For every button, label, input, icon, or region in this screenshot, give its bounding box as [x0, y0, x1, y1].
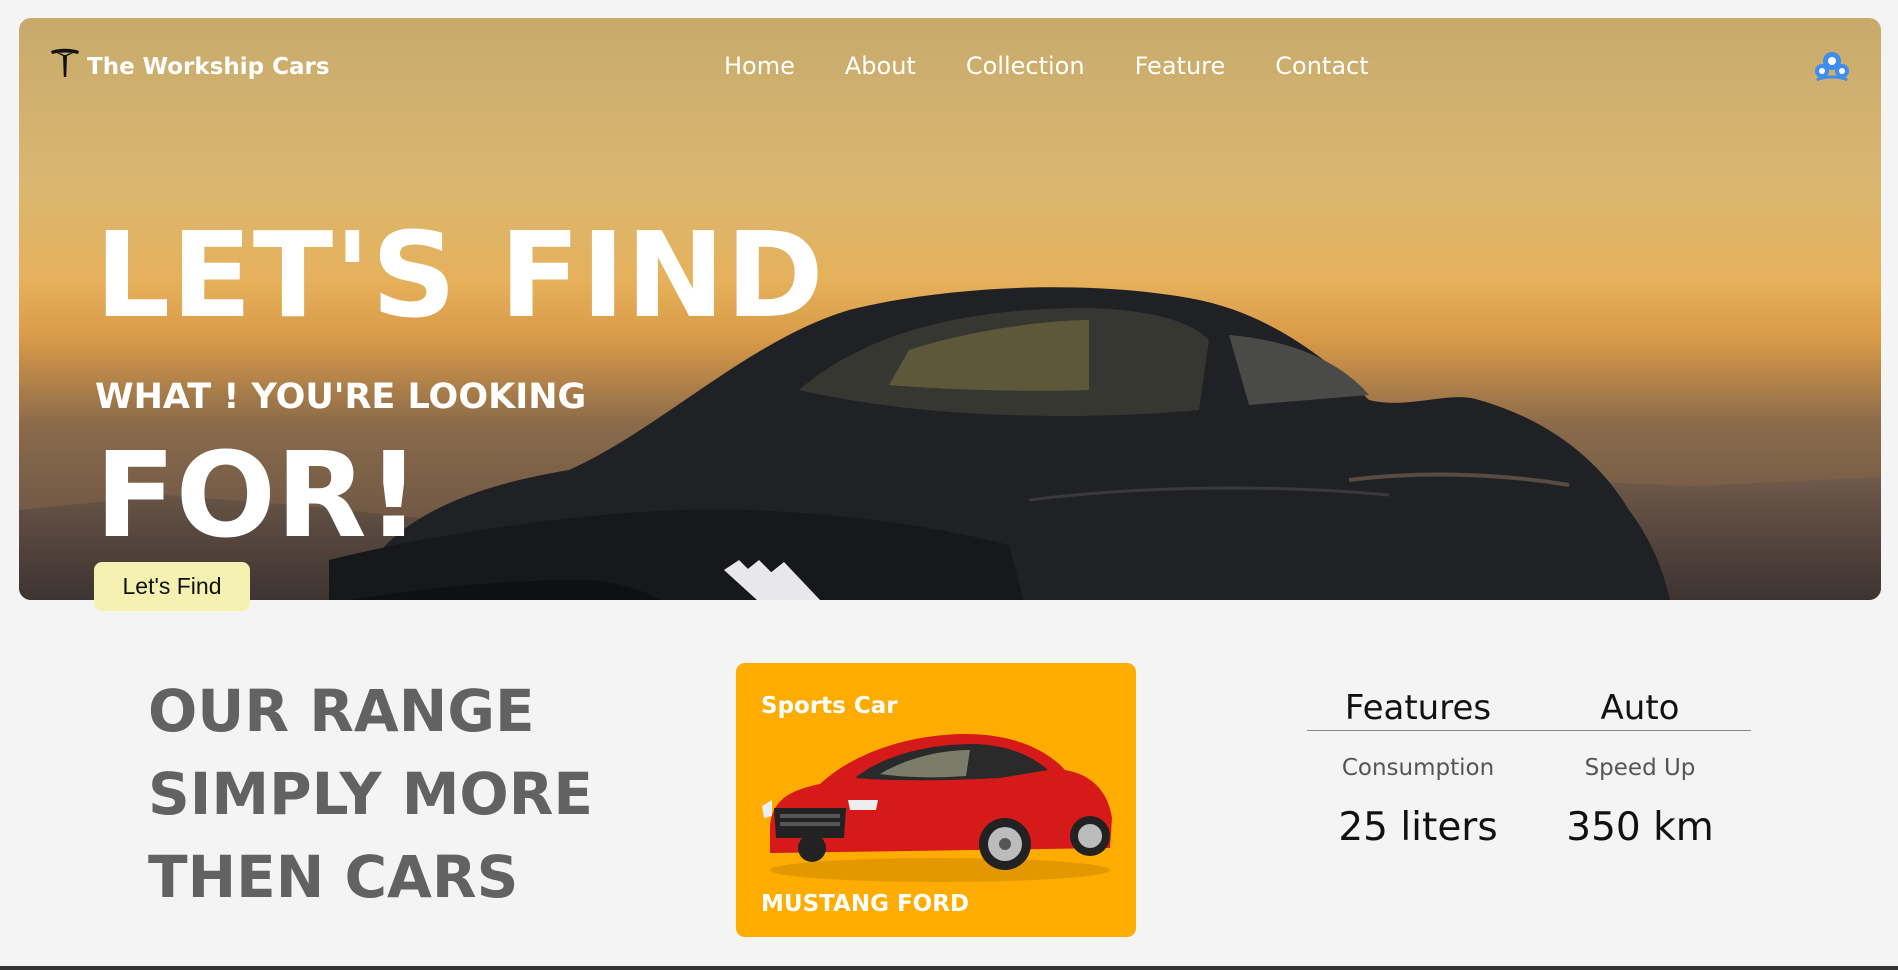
hero-headline-line2: FOR! — [95, 426, 421, 564]
specs-label-row: Consumption Speed Up — [1307, 755, 1751, 781]
car-card[interactable]: Sports Car MUSTANG FORD — [736, 663, 1136, 937]
nav-link-feature[interactable]: Feature — [1135, 52, 1226, 80]
car-card-name: MUSTANG FORD — [761, 891, 970, 917]
range-line-1: OUR RANGE — [148, 677, 535, 745]
brand-logo[interactable]: The Workship Cars — [49, 47, 330, 81]
hero-banner: The Workship Cars Home About Collection … — [19, 18, 1881, 600]
page-bottom-divider — [0, 966, 1898, 970]
nav-link-contact[interactable]: Contact — [1275, 52, 1368, 80]
nav-link-home[interactable]: Home — [724, 52, 795, 80]
specs-header-features: Features — [1344, 688, 1492, 728]
range-heading: OUR RANGE SIMPLY MORE THEN CARS — [148, 670, 593, 919]
specs-header-auto: Auto — [1600, 688, 1680, 728]
navbar: The Workship Cars Home About Collection … — [19, 18, 1881, 118]
specs-table: Features Auto Consumption Speed Up 25 li… — [1307, 688, 1751, 850]
user-group-icon[interactable] — [1813, 50, 1851, 84]
lets-find-button[interactable]: Let's Find — [94, 562, 250, 611]
range-line-3: THEN CARS — [148, 843, 519, 911]
specs-label-speed: Speed Up — [1584, 755, 1696, 781]
nav-link-about[interactable]: About — [845, 52, 916, 80]
tesla-logo-icon — [51, 48, 79, 77]
hero-subheadline: WHAT ! YOU'RE LOOKING — [95, 377, 587, 417]
brand-name: The Workship Cars — [87, 54, 330, 80]
red-mustang-image — [762, 733, 1112, 882]
specs-value-consumption: 25 liters — [1338, 805, 1498, 850]
main-navigation: Home About Collection Feature Contact — [724, 52, 1369, 80]
nav-link-collection[interactable]: Collection — [966, 52, 1085, 80]
specs-header-row: Features Auto — [1307, 688, 1751, 731]
range-line-2: SIMPLY MORE — [148, 760, 593, 828]
specs-value-speed: 350 km — [1566, 805, 1714, 850]
hero-headline-line1: LET'S FIND — [95, 206, 825, 344]
specs-value-row: 25 liters 350 km — [1307, 805, 1751, 850]
specs-label-consumption: Consumption — [1341, 755, 1495, 781]
